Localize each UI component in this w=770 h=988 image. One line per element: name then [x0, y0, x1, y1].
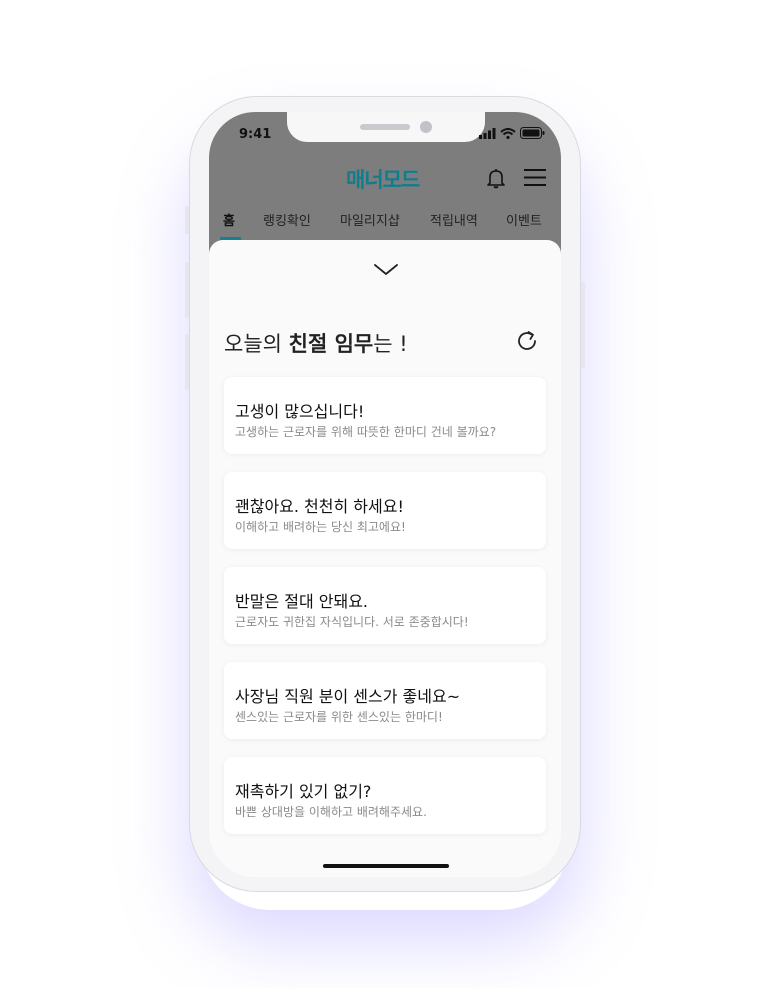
mission-card-subtitle: 고생하는 근로자를 위해 따뜻한 한마디 건네 볼까요?: [235, 425, 497, 439]
mission-card[interactable]: 반말은 절대 안돼요. 근로자도 귀한집 자식입니다. 서로 존중합시다!: [224, 567, 546, 644]
mission-card[interactable]: 재촉하기 있기 없기? 바쁜 상대방을 이해하고 배려해주세요.: [224, 757, 546, 834]
tab-home[interactable]: 홈: [223, 210, 235, 229]
mission-sheet: 오늘의 친절 임무는 ! 고생이 많으십니다! 고생하는 근로자를 위해 따뜻한…: [209, 240, 561, 877]
home-indicator[interactable]: [323, 864, 449, 868]
mission-card[interactable]: 고생이 많으십니다! 고생하는 근로자를 위해 따뜻한 한마디 건네 볼까요?: [224, 377, 546, 454]
signal-icon: [479, 127, 496, 139]
volume-up-button: [185, 262, 189, 318]
power-button: [581, 282, 585, 368]
mission-card-title: 반말은 절대 안돼요.: [235, 592, 369, 611]
camera: [420, 121, 432, 133]
menu-icon[interactable]: [523, 168, 547, 187]
notch: [287, 112, 485, 142]
heading-highlight: 친절 임무: [288, 332, 374, 356]
bell-icon[interactable]: [485, 167, 507, 189]
speaker: [360, 124, 410, 130]
mission-card[interactable]: 사장님 직원 분이 센스가 좋네요~ 센스있는 근로자를 위한 센스있는 한마디…: [224, 662, 546, 739]
mission-card-title: 괜찮아요. 천천히 하세요!: [235, 497, 404, 516]
wifi-icon: [500, 127, 516, 139]
mute-switch: [185, 206, 189, 234]
mission-heading: 오늘의 친절 임무는 !: [224, 328, 408, 358]
mission-card-subtitle: 이해하고 배려하는 당신 최고에요!: [235, 520, 406, 534]
battery-icon: [520, 127, 545, 139]
mission-card-title: 사장님 직원 분이 센스가 좋네요~: [235, 687, 461, 706]
tab-bar: 홈 랭킹확인 마일리지샵 적립내역 이벤트: [209, 210, 561, 240]
mission-card-subtitle: 센스있는 근로자를 위한 센스있는 한마디!: [235, 710, 443, 724]
mission-card-title: 고생이 많으십니다!: [235, 402, 365, 421]
status-time: 9:41: [239, 127, 272, 142]
refresh-icon[interactable]: [515, 329, 539, 353]
volume-down-button: [185, 334, 189, 390]
status-icons: [479, 126, 545, 140]
app-logo[interactable]: 매너모드: [346, 164, 420, 194]
phone-screen: 9:41 매너모드 홈 랭킹확인 마일리지샵 적립내역 이벤트 오늘의 친절 임…: [209, 112, 561, 877]
mission-card-subtitle: 바쁜 상대방을 이해하고 배려해주세요.: [235, 805, 427, 819]
heading-suffix: 는 !: [373, 332, 408, 356]
tab-event[interactable]: 이벤트: [506, 210, 542, 229]
mission-card-title: 재촉하기 있기 없기?: [235, 782, 372, 801]
tab-history[interactable]: 적립내역: [430, 210, 478, 229]
tab-ranking[interactable]: 랭킹확인: [263, 210, 311, 229]
tab-mileage-shop[interactable]: 마일리지샵: [340, 210, 400, 229]
mission-card-subtitle: 근로자도 귀한집 자식입니다. 서로 존중합시다!: [235, 615, 469, 629]
chevron-down-icon[interactable]: [373, 263, 399, 277]
mission-card[interactable]: 괜찮아요. 천천히 하세요! 이해하고 배려하는 당신 최고에요!: [224, 472, 546, 549]
heading-prefix: 오늘의: [224, 332, 289, 356]
